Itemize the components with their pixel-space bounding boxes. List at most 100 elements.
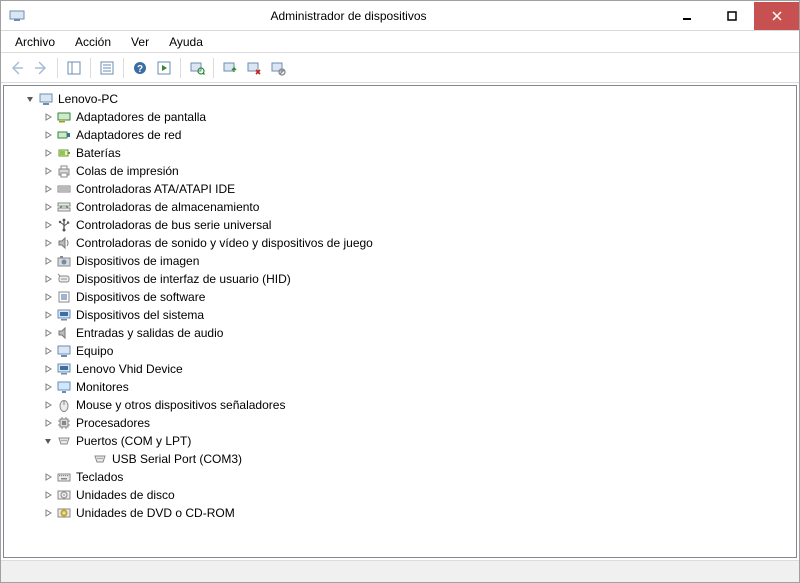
expander-closed-icon[interactable]: [42, 165, 54, 177]
properties-button[interactable]: [95, 56, 119, 80]
hid-icon: [56, 271, 72, 287]
tree-category[interactable]: Controladoras de bus serie universal: [6, 216, 794, 234]
tree-node-label: Monitores: [76, 380, 129, 394]
expander-closed-icon[interactable]: [42, 417, 54, 429]
expander-open-icon[interactable]: [42, 435, 54, 447]
expander-closed-icon[interactable]: [42, 327, 54, 339]
imaging-device-icon: [56, 253, 72, 269]
tree-category[interactable]: Mouse y otros dispositivos señaladores: [6, 396, 794, 414]
tree-category[interactable]: Baterías: [6, 144, 794, 162]
tree-category[interactable]: Procesadores: [6, 414, 794, 432]
expander-closed-icon[interactable]: [42, 345, 54, 357]
toolbar-separator: [213, 58, 214, 78]
tree-node-label: Colas de impresión: [76, 164, 179, 178]
display-adapter-icon: [56, 109, 72, 125]
device-tree: Lenovo-PC Adaptadores de pantalla Adaptado…: [6, 90, 794, 522]
tree-category[interactable]: Monitores: [6, 378, 794, 396]
close-button[interactable]: [754, 2, 799, 30]
svg-text:?: ?: [137, 64, 143, 75]
expander-closed-icon[interactable]: [42, 255, 54, 267]
expander-closed-icon[interactable]: [42, 489, 54, 501]
network-adapter-icon: [56, 127, 72, 143]
expander-closed-icon[interactable]: [42, 363, 54, 375]
expander-open-icon[interactable]: [24, 93, 36, 105]
keyboard-icon: [56, 469, 72, 485]
device-tree-pane[interactable]: Lenovo-PC Adaptadores de pantalla Adaptado…: [3, 85, 797, 558]
toolbar-separator: [123, 58, 124, 78]
tree-category[interactable]: Teclados: [6, 468, 794, 486]
tree-category[interactable]: Controladoras de almacenamiento: [6, 198, 794, 216]
expander-closed-icon[interactable]: [42, 201, 54, 213]
expander-closed-icon[interactable]: [42, 309, 54, 321]
expander-closed-icon[interactable]: [42, 147, 54, 159]
tree-node-label: Teclados: [76, 470, 123, 484]
help-button[interactable]: ?: [128, 56, 152, 80]
tree-category[interactable]: Lenovo Vhid Device: [6, 360, 794, 378]
processor-icon: [56, 415, 72, 431]
tree-node-label: Adaptadores de red: [76, 128, 181, 142]
expander-closed-icon[interactable]: [42, 111, 54, 123]
storage-controller-icon: [56, 199, 72, 215]
tree-root[interactable]: Lenovo-PC: [6, 90, 794, 108]
expander-closed-icon[interactable]: [42, 399, 54, 411]
show-hide-tree-button[interactable]: [62, 56, 86, 80]
back-button[interactable]: [5, 56, 29, 80]
disable-device-button[interactable]: [266, 56, 290, 80]
tree-category[interactable]: Adaptadores de pantalla: [6, 108, 794, 126]
expander-closed-icon[interactable]: [42, 291, 54, 303]
tree-category[interactable]: Controladoras ATA/ATAPI IDE: [6, 180, 794, 198]
tree-device[interactable]: USB Serial Port (COM3): [6, 450, 794, 468]
expander-closed-icon[interactable]: [42, 507, 54, 519]
tree-node-label: Lenovo-PC: [58, 92, 118, 106]
expander-closed-icon[interactable]: [42, 381, 54, 393]
tree-category[interactable]: Dispositivos de imagen: [6, 252, 794, 270]
window-buttons: [664, 2, 799, 30]
maximize-button[interactable]: [709, 2, 754, 30]
menu-ayuda[interactable]: Ayuda: [159, 33, 213, 51]
tree-node-label: Dispositivos de software: [76, 290, 205, 304]
tree-node-label: Procesadores: [76, 416, 150, 430]
tree-node-label: Baterías: [76, 146, 121, 160]
titlebar: Administrador de dispositivos: [1, 1, 799, 31]
minimize-button[interactable]: [664, 2, 709, 30]
update-driver-button[interactable]: [218, 56, 242, 80]
tree-node-label: Controladoras de bus serie universal: [76, 218, 271, 232]
tree-category[interactable]: Puertos (COM y LPT): [6, 432, 794, 450]
tree-node-label: Entradas y salidas de audio: [76, 326, 223, 340]
tree-category[interactable]: Dispositivos de software: [6, 288, 794, 306]
tree-node-label: Equipo: [76, 344, 113, 358]
tree-node-label: Controladoras ATA/ATAPI IDE: [76, 182, 235, 196]
computer-icon: [38, 91, 54, 107]
tree-category[interactable]: Dispositivos del sistema: [6, 306, 794, 324]
tree-category[interactable]: Equipo: [6, 342, 794, 360]
tree-node-label: Dispositivos de interfaz de usuario (HID…: [76, 272, 291, 286]
expander-closed-icon[interactable]: [42, 219, 54, 231]
tree-category[interactable]: Unidades de DVD o CD-ROM: [6, 504, 794, 522]
expander-closed-icon: [78, 453, 90, 465]
tree-node-label: USB Serial Port (COM3): [112, 452, 242, 466]
tree-category[interactable]: Unidades de disco: [6, 486, 794, 504]
action-button[interactable]: [152, 56, 176, 80]
tree-category[interactable]: Controladoras de sonido y vídeo y dispos…: [6, 234, 794, 252]
expander-closed-icon[interactable]: [42, 129, 54, 141]
expander-closed-icon[interactable]: [42, 237, 54, 249]
printer-icon: [56, 163, 72, 179]
usb-controller-icon: [56, 217, 72, 233]
dvd-drive-icon: [56, 505, 72, 521]
tree-category[interactable]: Colas de impresión: [6, 162, 794, 180]
uninstall-device-button[interactable]: [242, 56, 266, 80]
expander-closed-icon[interactable]: [42, 273, 54, 285]
tree-node-label: Adaptadores de pantalla: [76, 110, 206, 124]
tree-category[interactable]: Dispositivos de interfaz de usuario (HID…: [6, 270, 794, 288]
forward-button[interactable]: [29, 56, 53, 80]
tree-category[interactable]: Entradas y salidas de audio: [6, 324, 794, 342]
expander-closed-icon[interactable]: [42, 471, 54, 483]
menu-ver[interactable]: Ver: [121, 33, 159, 51]
sound-icon: [56, 235, 72, 251]
expander-closed-icon[interactable]: [42, 183, 54, 195]
tree-category[interactable]: Adaptadores de red: [6, 126, 794, 144]
tree-node-label: Controladoras de almacenamiento: [76, 200, 259, 214]
menu-archivo[interactable]: Archivo: [5, 33, 65, 51]
scan-hardware-button[interactable]: [185, 56, 209, 80]
menu-accion[interactable]: Acción: [65, 33, 121, 51]
